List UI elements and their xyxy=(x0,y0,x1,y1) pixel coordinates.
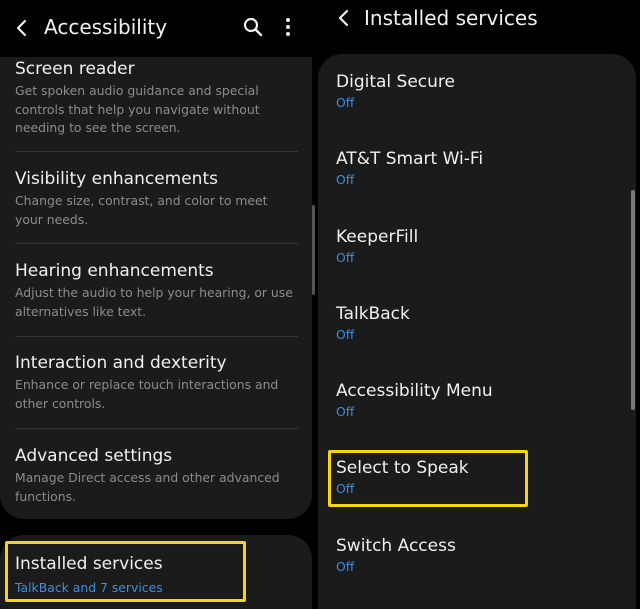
menu-item-title: Visibility enhancements xyxy=(15,169,218,189)
service-title: Accessibility Menu xyxy=(336,381,493,401)
service-status: Off xyxy=(336,327,355,342)
menu-item-visibility-enhancements[interactable]: Visibility enhancements Change size, con… xyxy=(15,168,299,229)
divider xyxy=(15,428,298,429)
installed-services-screen: Installed services Digital Secure Off AT… xyxy=(318,0,640,609)
more-options-icon[interactable] xyxy=(280,14,296,40)
service-item-att-smart-wifi[interactable]: AT&T Smart Wi-Fi Off xyxy=(336,148,616,188)
service-item-keeperfill[interactable]: KeeperFill Off xyxy=(336,226,616,266)
scrollbar[interactable] xyxy=(631,190,635,410)
service-status: Off xyxy=(336,250,355,265)
service-title: Digital Secure xyxy=(336,72,455,92)
menu-item-description: Enhance or replace touch interactions an… xyxy=(15,377,279,411)
highlight-box xyxy=(5,541,246,602)
menu-item-description: Get spoken audio guidance and special co… xyxy=(15,83,260,135)
highlight-box xyxy=(328,450,528,507)
service-item-digital-secure[interactable]: Digital Secure Off xyxy=(336,71,616,111)
menu-item-title: Advanced settings xyxy=(15,446,173,466)
installed-services-header: Installed services xyxy=(318,0,640,56)
search-icon[interactable] xyxy=(242,16,264,38)
menu-item-title: Screen reader xyxy=(15,59,135,79)
service-item-accessibility-menu[interactable]: Accessibility Menu Off xyxy=(336,380,616,420)
service-status: Off xyxy=(336,172,355,187)
divider xyxy=(15,151,298,152)
page-title: Installed services xyxy=(364,6,538,30)
back-arrow-icon[interactable] xyxy=(10,0,34,56)
menu-item-title: Hearing enhancements xyxy=(15,261,214,281)
divider xyxy=(15,243,298,244)
menu-item-interaction-and-dexterity[interactable]: Interaction and dexterity Enhance or rep… xyxy=(15,352,299,413)
accessibility-screen: Accessibility Screen reader Get spoken a… xyxy=(0,0,318,609)
service-title: AT&T Smart Wi-Fi xyxy=(336,149,484,169)
service-status: Off xyxy=(336,95,355,110)
back-arrow-icon[interactable] xyxy=(332,0,356,36)
accessibility-header: Accessibility xyxy=(0,0,318,56)
service-title: TalkBack xyxy=(336,304,410,324)
menu-item-description: Change size, contrast, and color to meet… xyxy=(15,193,268,227)
menu-item-title: Interaction and dexterity xyxy=(15,353,227,373)
menu-item-description: Adjust the audio to help your hearing, o… xyxy=(15,285,293,319)
menu-item-advanced-settings[interactable]: Advanced settings Manage Direct access a… xyxy=(15,445,299,506)
service-status: Off xyxy=(336,404,355,419)
menu-item-screen-reader[interactable]: Screen reader Get spoken audio guidance … xyxy=(15,58,299,138)
scrollbar[interactable] xyxy=(312,205,315,295)
service-item-switch-access[interactable]: Switch Access Off xyxy=(336,535,616,575)
menu-item-description: Manage Direct access and other advanced … xyxy=(15,470,280,504)
service-title: Switch Access xyxy=(336,536,456,556)
page-title: Accessibility xyxy=(44,15,168,39)
service-status: Off xyxy=(336,559,355,574)
menu-item-hearing-enhancements[interactable]: Hearing enhancements Adjust the audio to… xyxy=(15,260,299,321)
service-title: KeeperFill xyxy=(336,227,419,247)
service-item-talkback[interactable]: TalkBack Off xyxy=(336,303,616,343)
divider xyxy=(15,336,298,337)
